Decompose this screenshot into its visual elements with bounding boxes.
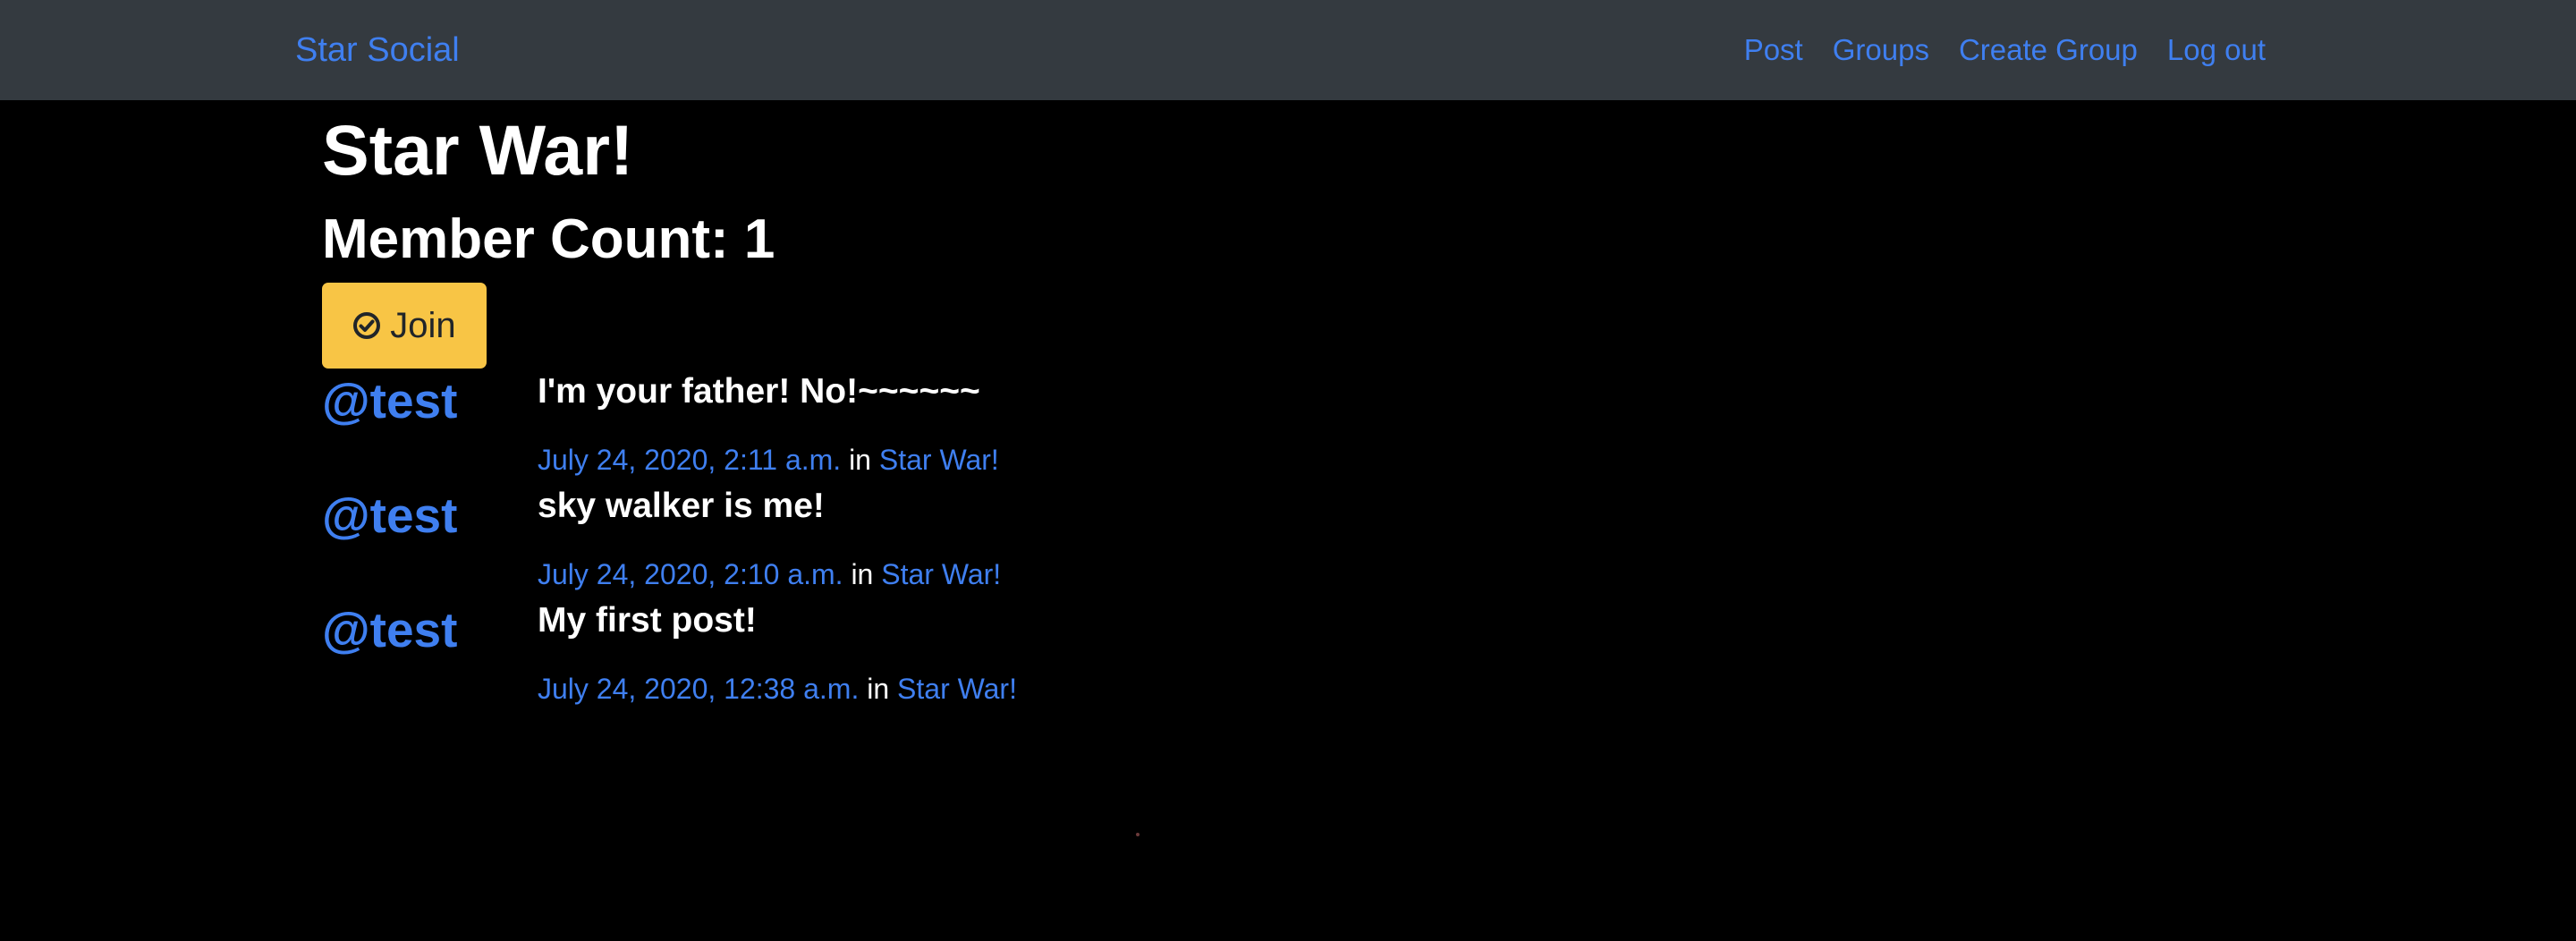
post-group-link[interactable]: Star War! — [881, 558, 1001, 590]
post-message: sky walker is me! — [538, 487, 825, 525]
nav-link-create-group[interactable]: Create Group — [1959, 29, 2138, 72]
group-title: Star War! — [322, 110, 634, 190]
check-circle-icon — [352, 311, 381, 340]
nav-links: Post Groups Create Group Log out — [1744, 29, 2266, 72]
post-meta: July 24, 2020, 2:11 a.m. in Star War! — [538, 440, 999, 479]
brand-link[interactable]: Star Social — [295, 29, 460, 72]
post-item: @test My first post! July 24, 2020, 12:3… — [322, 601, 1574, 716]
nav-link-post[interactable]: Post — [1744, 29, 1803, 72]
post-username-link[interactable]: @test — [322, 601, 457, 658]
member-count: Member Count: 1 — [322, 208, 775, 270]
post-username-link[interactable]: @test — [322, 372, 457, 429]
post-group-link[interactable]: Star War! — [879, 444, 999, 476]
post-in-text: in — [851, 558, 874, 590]
post-in-text: in — [867, 673, 890, 705]
nav-link-log-out[interactable]: Log out — [2167, 29, 2266, 72]
post-timestamp-link[interactable]: July 24, 2020, 2:10 a.m. — [538, 558, 843, 590]
join-button[interactable]: Join — [322, 283, 487, 369]
post-message: I'm your father! No!~~~~~~ — [538, 372, 980, 411]
stray-dot — [1136, 833, 1140, 836]
nav-link-groups[interactable]: Groups — [1833, 29, 1929, 72]
post-meta: July 24, 2020, 2:10 a.m. in Star War! — [538, 555, 1001, 594]
post-item: @test sky walker is me! July 24, 2020, 2… — [322, 487, 1574, 601]
post-in-text: in — [849, 444, 871, 476]
post-timestamp-link[interactable]: July 24, 2020, 12:38 a.m. — [538, 673, 859, 705]
post-meta: July 24, 2020, 12:38 a.m. in Star War! — [538, 669, 1017, 708]
post-message: My first post! — [538, 601, 757, 640]
join-label: Join — [390, 306, 456, 345]
post-group-link[interactable]: Star War! — [897, 673, 1017, 705]
post-timestamp-link[interactable]: July 24, 2020, 2:11 a.m. — [538, 444, 841, 476]
post-username-link[interactable]: @test — [322, 487, 457, 544]
post-item: @test I'm your father! No!~~~~~~ July 24… — [322, 372, 1574, 487]
top-navbar: Star Social Post Groups Create Group Log… — [0, 0, 2576, 100]
